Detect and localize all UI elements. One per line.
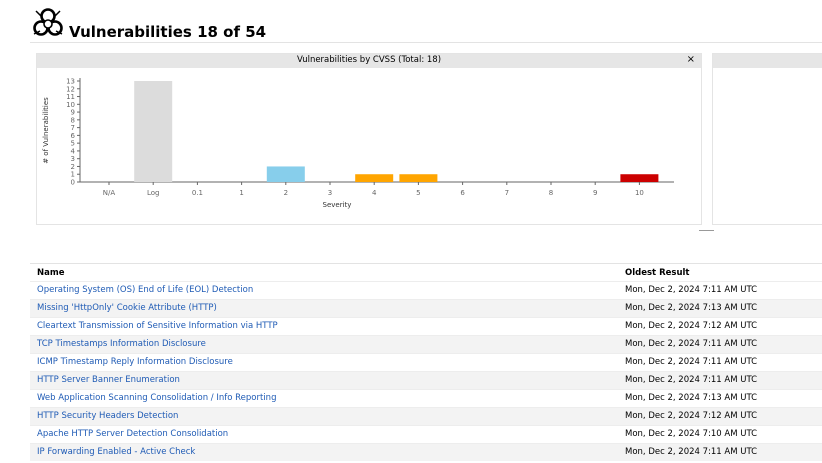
y-tick-label: 4	[71, 147, 76, 155]
column-header-oldest-result[interactable]: Oldest Result	[625, 268, 689, 278]
x-tick-label: 6	[460, 189, 465, 197]
bar-Log	[134, 81, 173, 182]
x-tick-label: 0.1	[192, 189, 203, 197]
x-tick-label: Log	[147, 189, 160, 197]
vulnerability-link[interactable]: IP Forwarding Enabled - Active Check	[37, 447, 195, 457]
y-tick-label: 5	[71, 140, 75, 148]
table-header-row: Name Oldest Result	[30, 264, 822, 281]
vulnerability-link[interactable]: Operating System (OS) End of Life (EOL) …	[37, 285, 253, 295]
y-tick-label: 6	[71, 132, 76, 140]
y-tick-label: 10	[66, 101, 75, 109]
oldest-result-cell: Mon, Dec 2, 2024 7:11 AM UTC	[625, 285, 758, 295]
y-tick-label: 11	[66, 93, 75, 101]
x-tick-label: 4	[372, 189, 377, 197]
oldest-result-cell: Mon, Dec 2, 2024 7:12 AM UTC	[625, 411, 758, 421]
bar-10	[620, 174, 659, 182]
cvss-bar-chart: N/A Log 0.1 1 2 3 4 5 6 7 8 9 10012345678910111213Se…	[42, 78, 674, 209]
cvss-chart-panel: Vulnerabilities by CVSS (Total: 18) × N/…	[36, 53, 702, 225]
table-row: Cleartext Transmission of Sensitive Info…	[30, 317, 822, 335]
y-tick-label: 12	[66, 85, 75, 93]
y-tick-label: 8	[71, 116, 75, 124]
x-tick-label: 10	[635, 189, 644, 197]
secondary-chart-panel	[712, 53, 822, 225]
chart-panel-header: Vulnerabilities by CVSS (Total: 18) ×	[37, 54, 701, 68]
x-axis-label: Severity	[323, 201, 352, 209]
oldest-result-cell: Mon, Dec 2, 2024 7:11 AM UTC	[625, 357, 758, 367]
secondary-panel-header	[713, 54, 822, 68]
x-tick-label: 3	[328, 189, 332, 197]
table-row: Operating System (OS) End of Life (EOL) …	[30, 281, 822, 299]
table-row: TCP Timestamps Information Disclosure Mon…	[30, 335, 822, 353]
y-axis-label: # of Vulnerabilities	[42, 97, 50, 164]
y-tick-label: 13	[66, 78, 75, 86]
bar-2	[266, 166, 305, 182]
oldest-result-cell: Mon, Dec 2, 2024 7:10 AM UTC	[625, 429, 758, 439]
bar-4	[355, 174, 394, 182]
x-tick-label: 5	[416, 189, 420, 197]
table-row: IP Forwarding Enabled - Active Check Mon,…	[30, 443, 822, 461]
y-tick-label: 9	[71, 109, 75, 117]
y-tick-label: 0	[71, 179, 75, 187]
vulnerabilities-table: Name Oldest Result Operating System (OS)…	[30, 263, 822, 461]
y-tick-label: 3	[71, 155, 75, 163]
table-row: Apache HTTP Server Detection Consolidati…	[30, 425, 822, 443]
x-tick-label: 7	[505, 189, 509, 197]
table-row: HTTP Security Headers Detection Mon, Dec …	[30, 407, 822, 425]
vulnerability-link[interactable]: Web Application Scanning Consolidation /…	[37, 393, 276, 403]
x-tick-label: N/A	[103, 189, 116, 197]
resize-handle[interactable]	[699, 230, 714, 231]
x-tick-label: 1	[239, 189, 243, 197]
oldest-result-cell: Mon, Dec 2, 2024 7:13 AM UTC	[625, 303, 758, 313]
table-row: Missing 'HttpOnly' Cookie Attribute (HTT…	[30, 299, 822, 317]
page-header: Vulnerabilities 18 of 54	[30, 4, 822, 43]
biohazard-icon	[33, 8, 63, 36]
oldest-result-cell: Mon, Dec 2, 2024 7:12 AM UTC	[625, 321, 758, 331]
table-row: HTTP Server Banner Enumeration Mon, Dec 2…	[30, 371, 822, 389]
x-tick-label: 8	[549, 189, 553, 197]
vulnerability-link[interactable]: Cleartext Transmission of Sensitive Info…	[37, 321, 278, 331]
oldest-result-cell: Mon, Dec 2, 2024 7:11 AM UTC	[625, 339, 758, 349]
oldest-result-cell: Mon, Dec 2, 2024 7:11 AM UTC	[625, 375, 758, 385]
y-tick-label: 1	[71, 171, 75, 179]
vulnerability-link[interactable]: HTTP Security Headers Detection	[37, 411, 178, 421]
y-tick-label: 7	[71, 124, 75, 132]
x-tick-label: 2	[284, 189, 288, 197]
oldest-result-cell: Mon, Dec 2, 2024 7:13 AM UTC	[625, 393, 758, 403]
vulnerability-link[interactable]: HTTP Server Banner Enumeration	[37, 375, 180, 385]
oldest-result-cell: Mon, Dec 2, 2024 7:11 AM UTC	[625, 447, 758, 457]
close-icon[interactable]: ×	[687, 54, 695, 65]
vulnerability-link[interactable]: Apache HTTP Server Detection Consolidati…	[37, 429, 228, 439]
vulnerability-link[interactable]: TCP Timestamps Information Disclosure	[37, 339, 206, 349]
vulnerability-link[interactable]: ICMP Timestamp Reply Information Disclos…	[37, 357, 233, 367]
bar-5	[399, 174, 438, 182]
page-title: Vulnerabilities 18 of 54	[69, 23, 267, 41]
column-header-name[interactable]: Name	[37, 268, 64, 278]
table-row: ICMP Timestamp Reply Information Disclos…	[30, 353, 822, 371]
table-row: Web Application Scanning Consolidation /…	[30, 389, 822, 407]
y-tick-label: 2	[71, 163, 75, 171]
x-tick-label: 9	[593, 189, 597, 197]
chart-panel-title: Vulnerabilities by CVSS (Total: 18)	[296, 55, 442, 65]
vulnerability-link[interactable]: Missing 'HttpOnly' Cookie Attribute (HTT…	[37, 303, 217, 313]
